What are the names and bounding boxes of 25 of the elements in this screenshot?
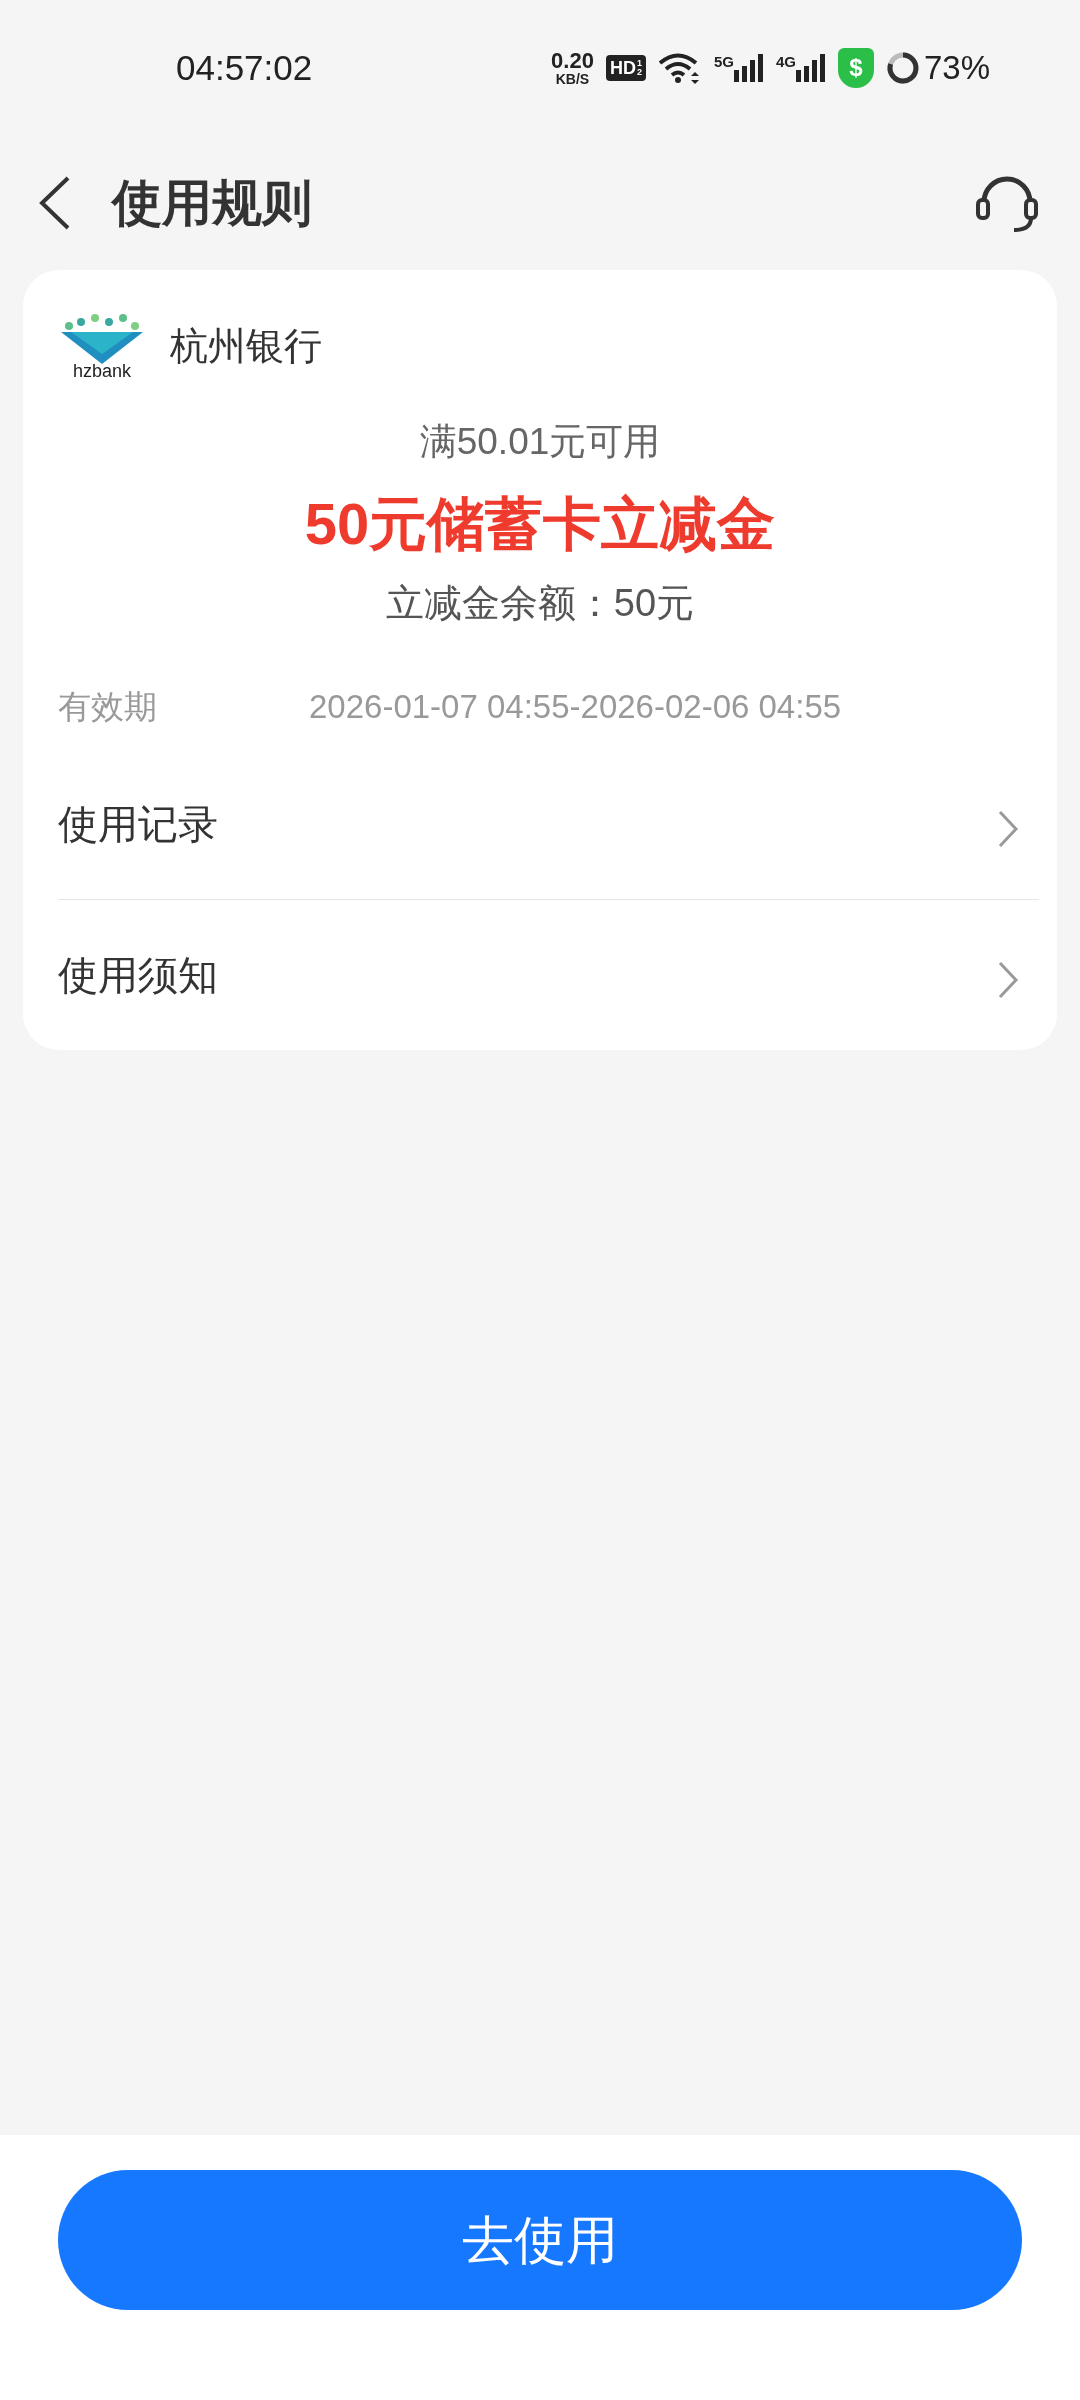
battery-ring-icon <box>885 51 920 85</box>
coupon-balance: 立减金余额：50元 <box>385 580 695 626</box>
menu-row[interactable]: 使用须知 <box>58 900 1039 1050</box>
validity-value: 2026-01-07 04:55-2026-02-06 04:55 <box>309 686 842 727</box>
validity-label: 有效期 <box>58 686 158 727</box>
menu-row[interactable]: 使用记录 <box>58 749 1039 899</box>
network-unit: KB/S <box>555 72 590 86</box>
page-title: 使用规则 <box>112 173 312 233</box>
signal-icon <box>733 54 764 82</box>
shield-icon: $ <box>837 48 874 88</box>
signal-icon <box>795 54 826 82</box>
chevron-right-icon <box>997 960 1019 1000</box>
status-time: 04:57:02 <box>176 46 313 89</box>
bank-name: 杭州银行 <box>170 323 322 369</box>
bank-logo-icon <box>59 312 145 364</box>
usage-condition: 满50.01元可用 <box>419 420 661 464</box>
network-type: 4G <box>775 54 796 69</box>
wifi-icon <box>657 52 702 84</box>
bank-logo-text: hzbank <box>72 362 131 380</box>
use-button[interactable]: 去使用 <box>58 2170 1022 2310</box>
coupon-title: 50元储蓄卡立减金 <box>304 489 776 558</box>
network-type: 5G <box>713 54 734 69</box>
network-speed: 0.20 <box>551 50 594 72</box>
chevron-right-icon <box>997 809 1019 849</box>
battery-percent: 73% <box>923 48 990 89</box>
